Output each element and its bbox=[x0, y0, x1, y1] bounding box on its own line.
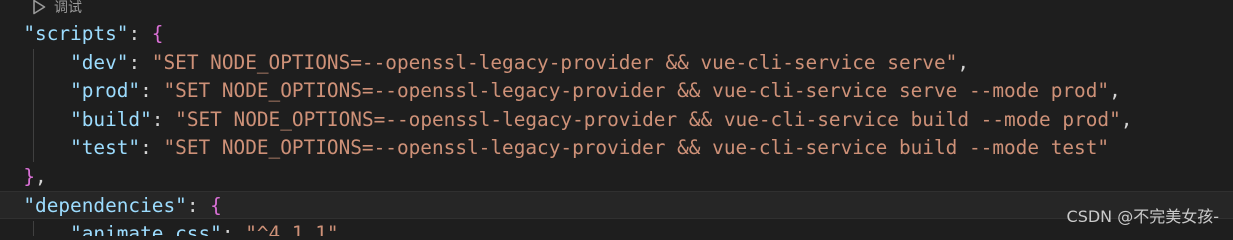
json-key: "prod" bbox=[70, 79, 141, 102]
code-editor[interactable]: 调试 "scripts": { "dev": "SET NODE_OPTIONS… bbox=[0, 0, 1233, 236]
open-brace: { bbox=[210, 194, 222, 217]
play-icon bbox=[32, 0, 46, 15]
json-key: "dev" bbox=[70, 51, 129, 74]
json-key: "animate.css" bbox=[70, 222, 222, 236]
json-string: "SET NODE_OPTIONS=--openssl-legacy-provi… bbox=[175, 108, 1121, 131]
json-key: "build" bbox=[70, 108, 152, 131]
json-string: "SET NODE_OPTIONS=--openssl-legacy-provi… bbox=[151, 51, 958, 74]
open-brace: { bbox=[151, 22, 164, 45]
code-line-dependencies[interactable]: "dependencies": { bbox=[0, 191, 1233, 219]
code-line-prod[interactable]: "prod": "SET NODE_OPTIONS=--openssl-lega… bbox=[0, 77, 1121, 105]
code-line-scripts[interactable]: "scripts": { bbox=[0, 20, 163, 48]
debug-label: 调试 bbox=[54, 0, 82, 16]
code-line-close[interactable]: }, bbox=[0, 163, 46, 191]
code-line-dev[interactable]: "dev": "SET NODE_OPTIONS=--openssl-legac… bbox=[0, 49, 969, 77]
debug-codelens[interactable]: 调试 bbox=[32, 0, 82, 18]
json-string: "SET NODE_OPTIONS=--openssl-legacy-provi… bbox=[163, 136, 1110, 159]
code-line-test[interactable]: "test": "SET NODE_OPTIONS=--openssl-lega… bbox=[0, 134, 1109, 162]
json-key: "test" bbox=[70, 136, 141, 159]
json-key: "scripts" bbox=[23, 22, 129, 45]
code-line-build[interactable]: "build": "SET NODE_OPTIONS=--openssl-leg… bbox=[0, 106, 1132, 134]
code-line-animate-css[interactable]: "animate.css": "^4.1.1", bbox=[0, 220, 350, 236]
close-brace: } bbox=[23, 165, 36, 188]
watermark: CSDN @不完美女孩- bbox=[1066, 207, 1219, 226]
json-string: "SET NODE_OPTIONS=--openssl-legacy-provi… bbox=[163, 79, 1110, 102]
json-string: "^4.1.1", bbox=[245, 222, 351, 236]
json-key: "dependencies" bbox=[23, 194, 187, 217]
